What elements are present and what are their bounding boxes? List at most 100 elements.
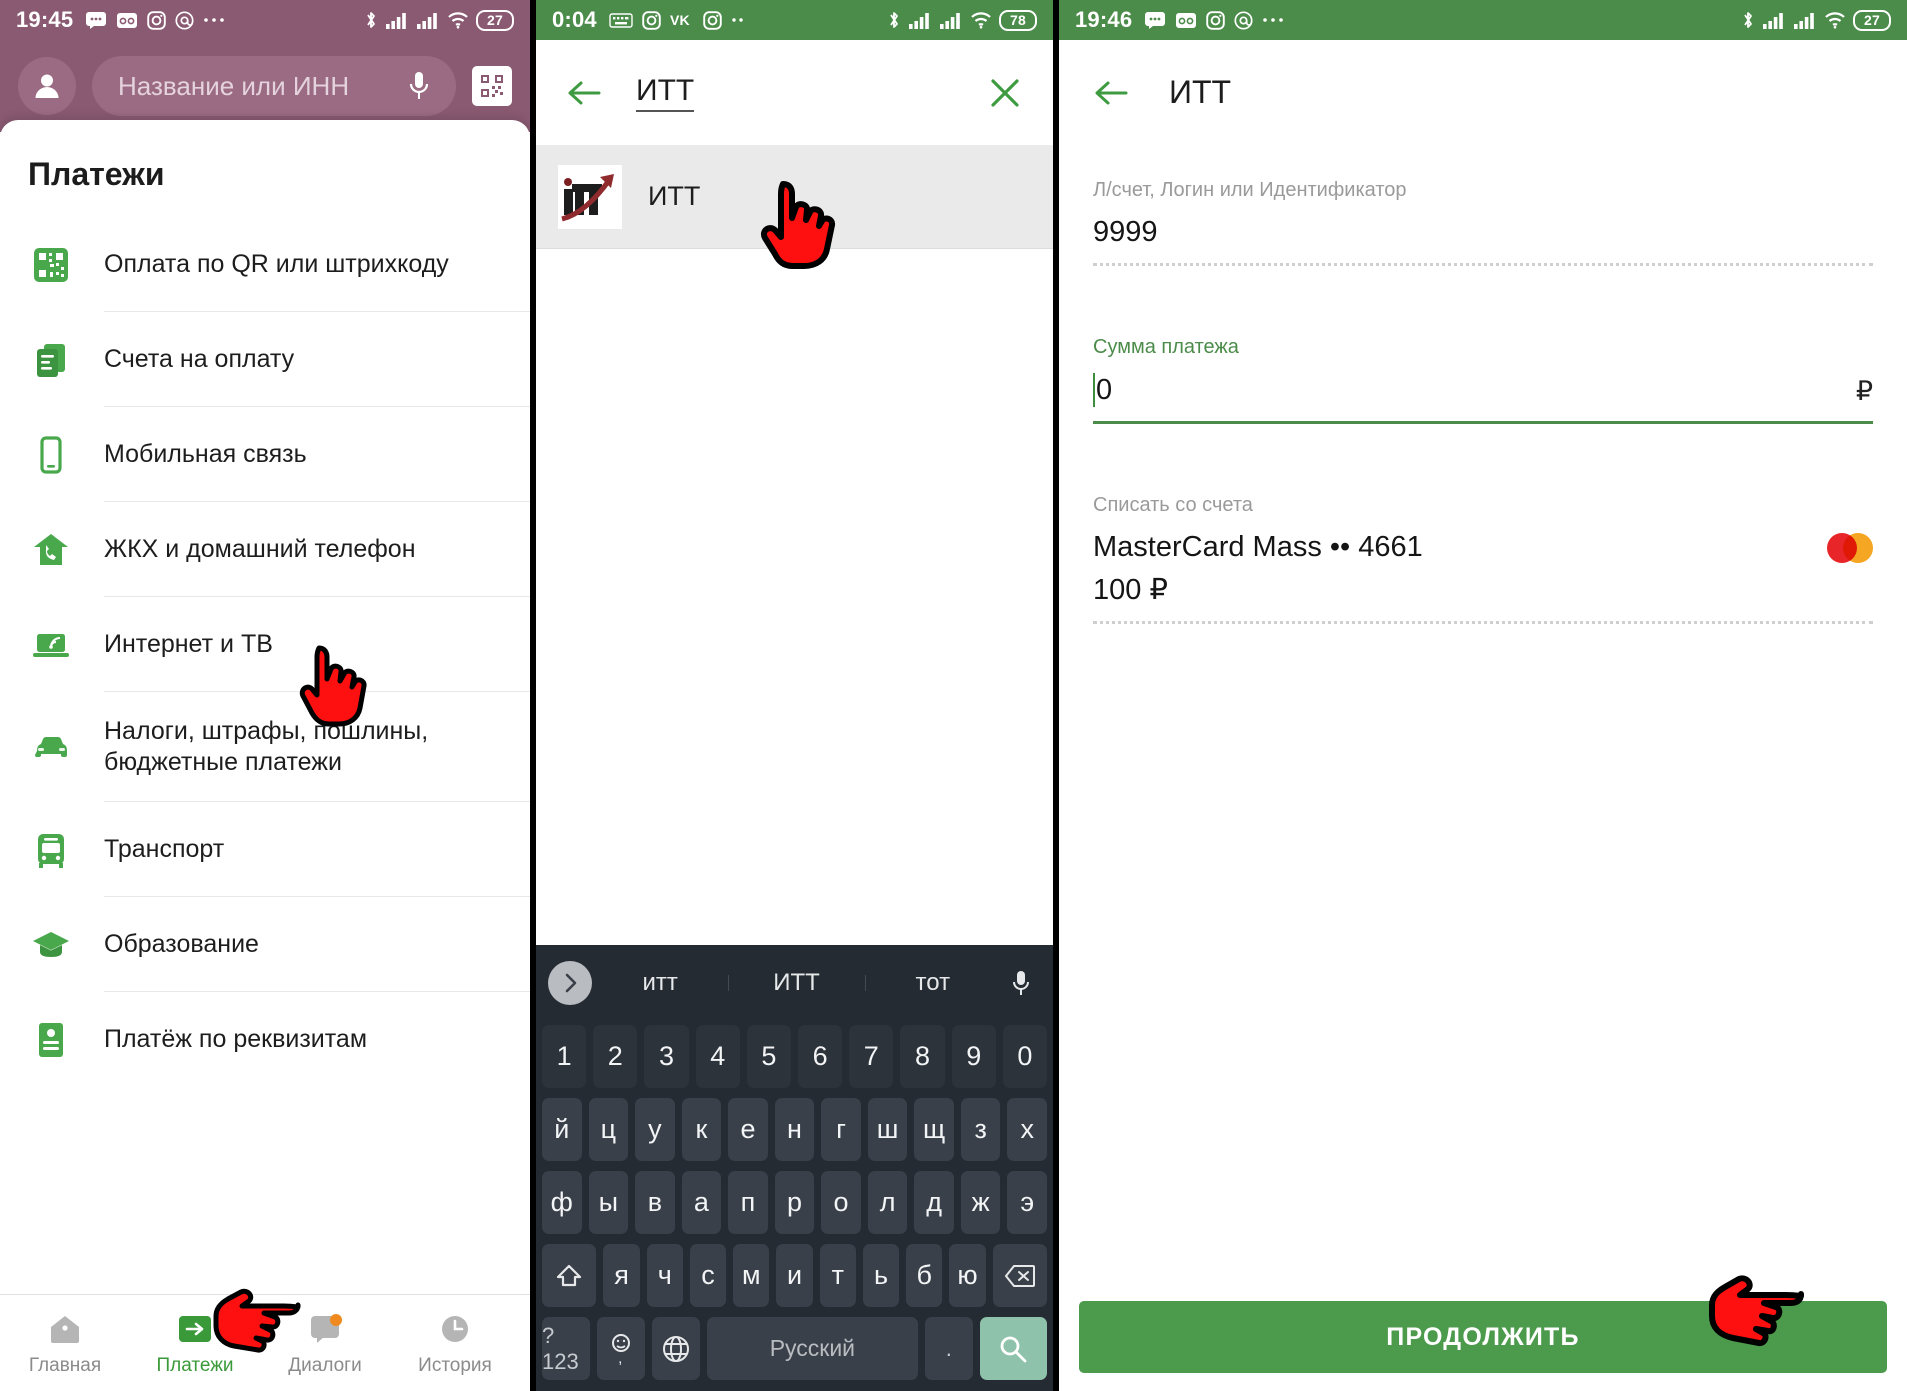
continue-button[interactable]: ПРОДОЛЖИТЬ bbox=[1079, 1301, 1887, 1373]
key-0[interactable]: 0 bbox=[1002, 1025, 1048, 1088]
key-ru-10[interactable]: з bbox=[960, 1098, 1001, 1161]
keyboard-row-1: й ц у к е н г ш щ з х bbox=[536, 1093, 1053, 1166]
bottom-nav-catalog[interactable]: Каталог bbox=[520, 1310, 530, 1377]
bluetooth-icon bbox=[364, 10, 378, 30]
search-result-item[interactable]: ИТТ bbox=[536, 145, 1053, 249]
close-icon[interactable] bbox=[983, 71, 1027, 115]
status-bar-left-panel2: 0:04 VK bbox=[552, 7, 746, 33]
key-space[interactable]: Русский bbox=[706, 1317, 918, 1380]
suggestion-2[interactable]: ИТТ bbox=[728, 969, 864, 997]
signal-sim2-icon bbox=[1793, 11, 1817, 30]
key-ru-6[interactable]: н bbox=[774, 1098, 815, 1161]
back-arrow-icon[interactable] bbox=[1089, 71, 1133, 115]
sms-icon bbox=[1144, 11, 1166, 29]
key-ru-29[interactable]: ь bbox=[862, 1244, 900, 1307]
battery-badge: 27 bbox=[476, 9, 514, 31]
field-label: Сумма платежа bbox=[1093, 336, 1239, 358]
key-9[interactable]: 9 bbox=[951, 1025, 996, 1088]
key-ru-21[interactable]: ж bbox=[960, 1171, 1001, 1234]
bottom-nav-payments[interactable]: Платежи bbox=[130, 1310, 260, 1377]
key-ru-13[interactable]: ы bbox=[588, 1171, 629, 1234]
suggestion-1[interactable]: итт bbox=[592, 969, 728, 997]
menu-item-utilities[interactable]: ЖКХ и домашний телефон bbox=[0, 502, 530, 597]
key-ru-31[interactable]: ю bbox=[949, 1244, 986, 1307]
key-ru-3[interactable]: у bbox=[635, 1098, 675, 1161]
chevron-right-icon[interactable] bbox=[548, 960, 592, 1005]
search-query-text[interactable]: ИТТ bbox=[636, 74, 695, 112]
field-source-account[interactable]: Списать со счета MasterCard Mass •• 4661… bbox=[1093, 494, 1873, 624]
key-ru-23[interactable]: я bbox=[603, 1244, 640, 1307]
menu-item-requisites[interactable]: Платёж по реквизитам bbox=[0, 992, 530, 1087]
menu-item-invoices[interactable]: Счета на оплату bbox=[0, 312, 530, 407]
key-ru-26[interactable]: м bbox=[733, 1244, 770, 1307]
backspace-icon[interactable] bbox=[992, 1244, 1047, 1307]
bottom-nav-history[interactable]: История bbox=[390, 1310, 520, 1377]
menu-item-taxes[interactable]: Налоги, штрафы, пошлины, бюджетные плате… bbox=[0, 692, 530, 802]
key-2[interactable]: 2 bbox=[593, 1025, 638, 1088]
emoji-icon[interactable]: , bbox=[596, 1317, 645, 1380]
qr-scan-icon[interactable] bbox=[472, 66, 512, 106]
menu-item-transport[interactable]: Транспорт bbox=[0, 802, 530, 897]
bottom-navigation-panel1: Главная Платежи Диалоги История Каталог bbox=[0, 1294, 530, 1391]
search-icon[interactable] bbox=[979, 1317, 1047, 1380]
key-7[interactable]: 7 bbox=[849, 1025, 894, 1088]
field-amount[interactable]: Сумма платежа 0 ₽ bbox=[1093, 336, 1873, 424]
key-1[interactable]: 1 bbox=[542, 1025, 587, 1088]
bottom-nav-dialogs[interactable]: Диалоги bbox=[260, 1310, 390, 1377]
key-ru-11[interactable]: х bbox=[1007, 1098, 1048, 1161]
key-ru-24[interactable]: ч bbox=[646, 1244, 683, 1307]
key-ru-5[interactable]: е bbox=[728, 1098, 768, 1161]
globe-icon[interactable] bbox=[651, 1317, 700, 1380]
key-ru-9[interactable]: щ bbox=[914, 1098, 954, 1161]
key-ru-2[interactable]: ц bbox=[588, 1098, 629, 1161]
key-ru-4[interactable]: к bbox=[681, 1098, 722, 1161]
status-bar-panel1: 19:45 27 bbox=[0, 0, 530, 40]
menu-item-qr-payment[interactable]: Оплата по QR или штрихкоду bbox=[0, 217, 530, 312]
key-ru-8[interactable]: ш bbox=[867, 1098, 908, 1161]
key-ru-19[interactable]: л bbox=[867, 1171, 908, 1234]
key-5[interactable]: 5 bbox=[746, 1025, 792, 1088]
key-period[interactable]: . bbox=[924, 1317, 973, 1380]
suggestion-3[interactable]: тот bbox=[864, 969, 1001, 997]
key-3[interactable]: 3 bbox=[644, 1025, 689, 1088]
key-6[interactable]: 6 bbox=[798, 1025, 843, 1088]
key-ru-22[interactable]: э bbox=[1007, 1171, 1048, 1234]
key-ru-12[interactable]: ф bbox=[542, 1171, 582, 1234]
key-ru-16[interactable]: п bbox=[728, 1171, 768, 1234]
key-ru-1[interactable]: й bbox=[542, 1098, 582, 1161]
avatar[interactable] bbox=[18, 57, 76, 115]
more-dots-icon bbox=[203, 17, 225, 23]
key-ru-27[interactable]: и bbox=[776, 1244, 813, 1307]
instagram-icon bbox=[642, 10, 661, 30]
voicemail-icon bbox=[116, 12, 138, 29]
field-account[interactable]: Л/счет, Логин или Идентификатор 9999 bbox=[1093, 179, 1873, 266]
microphone-icon[interactable] bbox=[1001, 969, 1041, 997]
menu-item-education[interactable]: Образование bbox=[0, 897, 530, 992]
key-ru-17[interactable]: р bbox=[774, 1171, 815, 1234]
panel-payments-menu: 19:45 27 Название или ИНН Платежи Оплата… bbox=[0, 0, 530, 1391]
bottom-nav-home[interactable]: Главная bbox=[0, 1310, 130, 1377]
key-4[interactable]: 4 bbox=[695, 1025, 740, 1088]
key-ru-18[interactable]: о bbox=[821, 1171, 861, 1234]
menu-item-mobile[interactable]: Мобильная связь bbox=[0, 407, 530, 502]
bluetooth-icon bbox=[1741, 10, 1755, 30]
svg-text:VK: VK bbox=[670, 12, 690, 28]
key-ru-7[interactable]: г bbox=[821, 1098, 861, 1161]
key-ru-14[interactable]: в bbox=[635, 1171, 675, 1234]
menu-item-internet-tv[interactable]: Интернет и ТВ bbox=[0, 597, 530, 692]
search-input[interactable]: Название или ИНН bbox=[92, 56, 456, 116]
key-ru-30[interactable]: б bbox=[906, 1244, 943, 1307]
chat-icon bbox=[308, 1310, 342, 1348]
menu-item-label: Транспорт bbox=[104, 834, 225, 863]
bottom-nav-label: История bbox=[418, 1354, 492, 1376]
keyboard-row-digits: 1 2 3 4 5 6 7 8 9 0 bbox=[536, 1020, 1053, 1093]
key-ru-15[interactable]: а bbox=[681, 1171, 722, 1234]
key-ru-28[interactable]: т bbox=[819, 1244, 856, 1307]
back-arrow-icon[interactable] bbox=[562, 71, 606, 115]
key-symbols[interactable]: ?123 bbox=[542, 1317, 590, 1380]
microphone-icon[interactable] bbox=[408, 70, 430, 102]
key-ru-25[interactable]: с bbox=[689, 1244, 727, 1307]
key-ru-20[interactable]: д bbox=[914, 1171, 954, 1234]
key-8[interactable]: 8 bbox=[900, 1025, 945, 1088]
shift-icon[interactable] bbox=[542, 1244, 597, 1307]
